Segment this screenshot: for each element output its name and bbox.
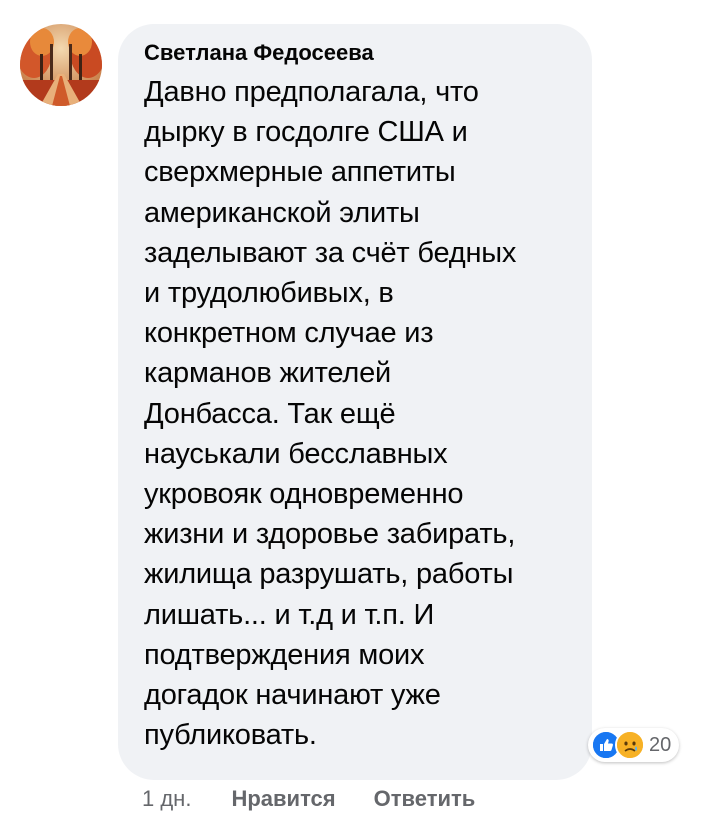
- avatar-autumn-alley-image: [20, 24, 102, 106]
- avatar[interactable]: [20, 24, 102, 106]
- comment-timestamp[interactable]: 1 дн.: [142, 786, 191, 812]
- comment-bubble: Светлана Федосеева Давно предполагала, ч…: [118, 24, 592, 780]
- author-name[interactable]: Светлана Федосеева: [144, 38, 572, 68]
- reactions-summary[interactable]: 20: [588, 728, 680, 762]
- comment-container: Светлана Федосеева Давно предполагала, ч…: [0, 0, 720, 834]
- sad-icon: [615, 730, 645, 760]
- reaction-count: 20: [649, 733, 672, 756]
- comment-actions: 1 дн. Нравится Ответить: [142, 786, 513, 812]
- like-button[interactable]: Нравится: [231, 786, 335, 812]
- reply-button[interactable]: Ответить: [374, 786, 476, 812]
- comment-text: Давно предполагала, что дырку в госдолге…: [144, 76, 517, 752]
